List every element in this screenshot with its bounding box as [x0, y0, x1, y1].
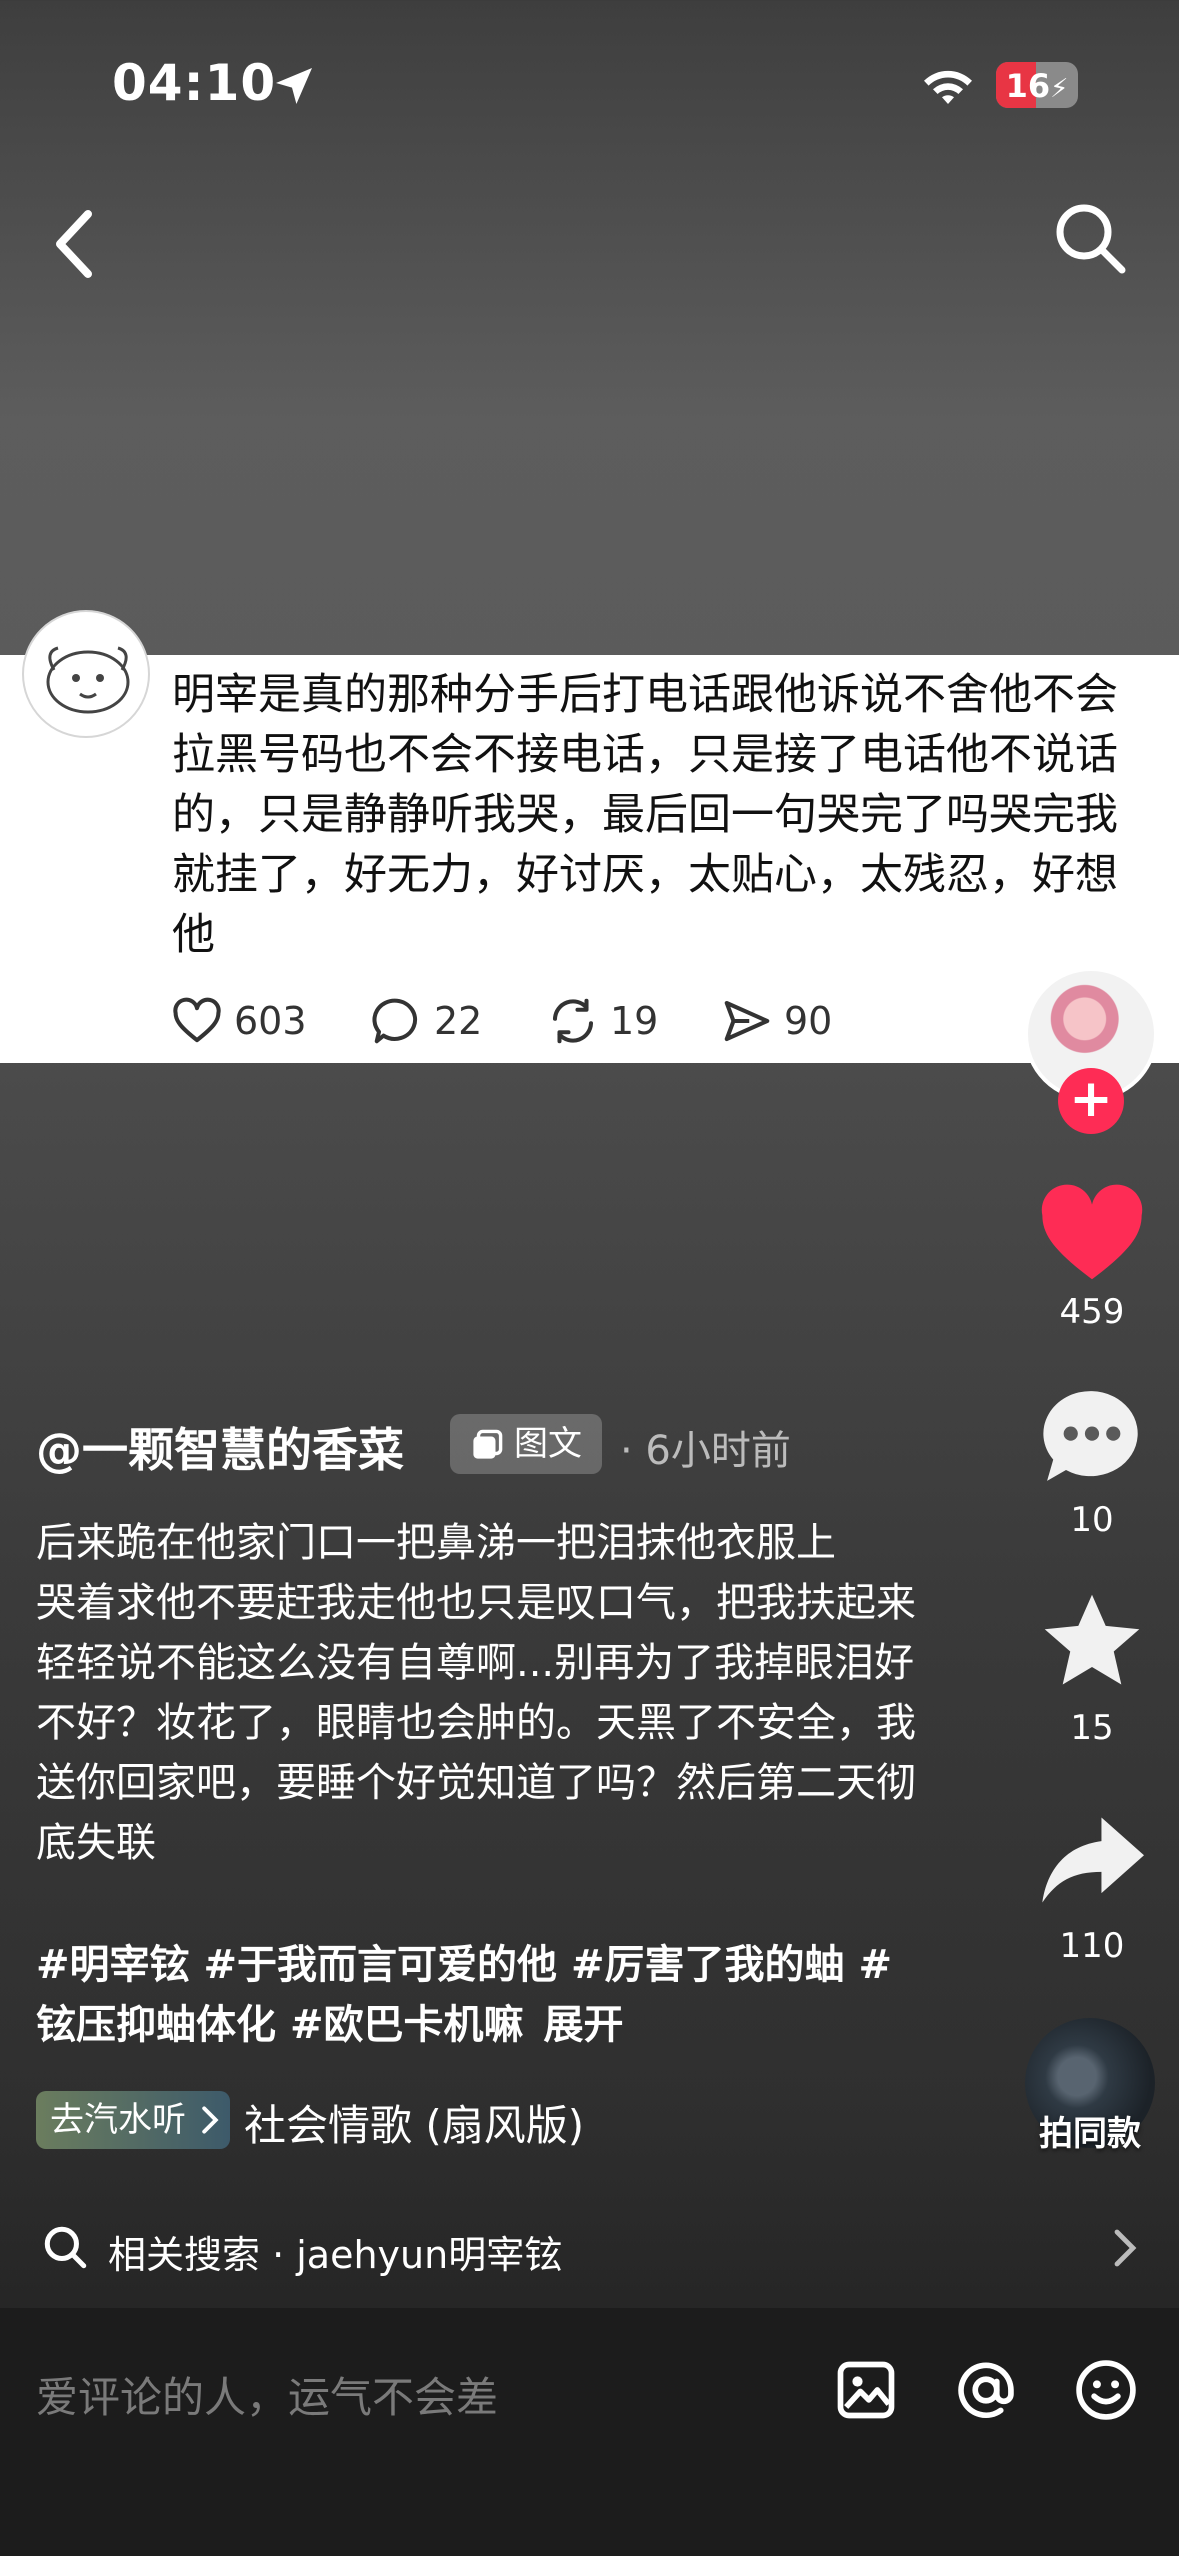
repost-icon [552, 998, 594, 1044]
card-share-count: 90 [784, 999, 833, 1043]
hashtag[interactable]: #明宰铉 [36, 1942, 190, 1988]
card-repost-stat: 19 [546, 993, 658, 1049]
battery-level: 16 [1005, 67, 1051, 105]
like-heart-icon[interactable] [1032, 1180, 1152, 1284]
follow-button[interactable]: + [1058, 1068, 1124, 1134]
wifi-icon [924, 70, 972, 104]
comment-outline-icon [372, 998, 418, 1044]
song-title[interactable]: 社会情歌 (扇风版) [244, 2092, 584, 2153]
search-icon[interactable] [1052, 200, 1128, 276]
hashtags: #明宰铉 #于我而言可爱的他 #厉害了我的蚰 #铉压抑蚰体化 #欧巴卡机嘛 展开 [36, 1935, 916, 2055]
chevron-right-icon [202, 2106, 219, 2134]
chevron-right-icon[interactable] [1110, 2226, 1140, 2270]
related-search-link[interactable]: 相关搜索 · jaehyun明宰铉 [108, 2224, 562, 2279]
post-caption: 后来跪在他家门口一把鼻涕一把泪抹他衣服上 哭着求他不要赶我走他也只是叹口气，把我… [36, 1520, 916, 1866]
favorite-star-icon[interactable] [1032, 1590, 1152, 1694]
card-like-count: 603 [234, 999, 307, 1043]
favorite-count: 15 [1070, 1708, 1114, 1748]
battery-indicator: 16⚡ [996, 62, 1078, 108]
status-time: 04:10 [112, 54, 277, 112]
card-like-stat: 603 [170, 993, 307, 1049]
post-time: · 6小时前 [620, 1428, 791, 1474]
heart-outline-icon [173, 997, 221, 1043]
card-avatar [22, 610, 150, 738]
author-name[interactable]: @一颗智慧的香菜 [36, 1414, 404, 1480]
related-search-icon [44, 2226, 87, 2269]
hashtag[interactable]: #于我而言可爱的他 [204, 1942, 558, 1988]
image-text-icon [473, 1429, 503, 1459]
charging-bolt-icon: ⚡ [1050, 74, 1069, 104]
card-share-stat: 90 [720, 993, 832, 1049]
card-text: 明宰是真的那种分手后打电话跟他诉说不舍他不会拉黑号码也不会不接电话，只是接了电话… [172, 670, 1118, 960]
card-repost-count: 19 [610, 999, 659, 1043]
comment-count: 10 [1070, 1500, 1114, 1540]
use-sound-label[interactable]: 拍同款 [1000, 2106, 1179, 2155]
dog-doodle-icon [46, 646, 130, 714]
qishui-label: 去汽水听 [50, 2100, 186, 2140]
comment-icon[interactable] [1032, 1384, 1152, 1488]
location-arrow-icon [276, 68, 312, 104]
hashtag[interactable]: #欧巴卡机嘛 [290, 2002, 524, 2048]
card-comment-count: 22 [434, 999, 483, 1043]
expand-button[interactable]: 展开 [544, 2002, 624, 2048]
send-icon [724, 1000, 770, 1042]
mention-icon[interactable] [952, 2356, 1020, 2424]
card-comment-stat: 22 [370, 993, 482, 1049]
image-icon[interactable] [832, 2356, 900, 2424]
share-count: 110 [1059, 1926, 1125, 1966]
share-arrow-icon[interactable] [1032, 1808, 1152, 1912]
comment-input[interactable]: 爱评论的人，运气不会差 [36, 2364, 498, 2425]
like-count: 459 [1059, 1292, 1125, 1332]
battery-cap [1070, 78, 1076, 92]
back-icon[interactable] [44, 206, 104, 282]
emoji-icon[interactable] [1072, 2356, 1140, 2424]
hashtag[interactable]: #厉害了我的蚰 [571, 1942, 845, 1988]
comment-bar [0, 2308, 1179, 2556]
